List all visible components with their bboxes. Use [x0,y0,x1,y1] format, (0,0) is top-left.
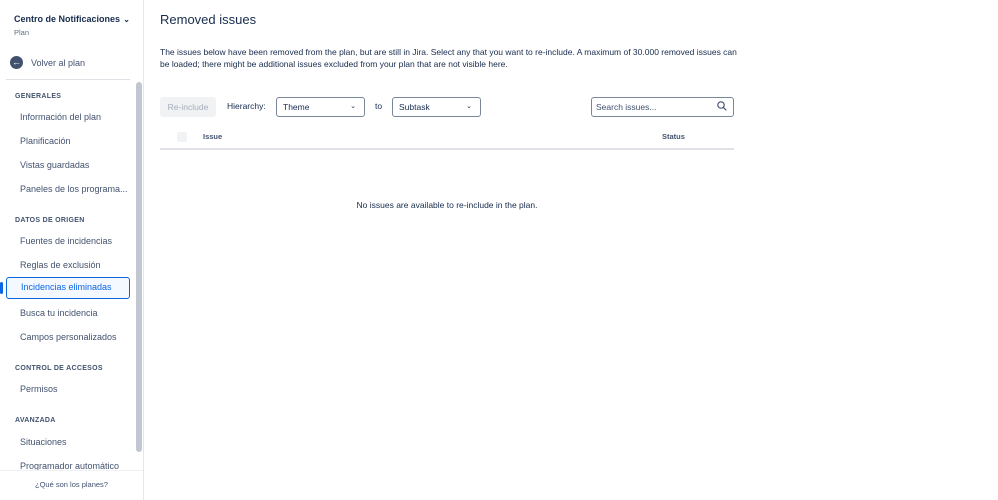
page-description: The issues below have been removed from … [160,47,737,69]
chevron-down-icon: ⌄ [466,103,472,110]
re-include-button[interactable]: Re-include [160,97,216,117]
plan-header[interactable]: Centro de Notificaciones ⌄ Plan [14,14,134,37]
page-title: Removed issues [160,12,257,27]
sidebar-scrollbar[interactable] [136,82,142,452]
back-to-plan-link[interactable]: ← Volver al plan [10,56,85,69]
back-to-plan-label: Volver al plan [31,57,86,68]
section-title-datos-de-origen: DATOS DE ORIGEN [15,217,85,224]
sidebar-item-vistas-guardadas[interactable]: Vistas guardadas [6,154,130,176]
sidebar-item-permisos[interactable]: Permisos [6,378,130,400]
sidebar-item-paneles-programa[interactable]: Paneles de los programa... [6,178,130,200]
empty-state-message: No issues are available to re-include in… [356,200,538,210]
sidebar-item-campos-personalizados[interactable]: Campos personalizados [6,326,130,348]
hierarchy-from-value: Theme [283,102,310,112]
sidebar-item-situaciones[interactable]: Situaciones [6,431,130,453]
sidebar-item-incidencias-eliminadas[interactable]: Incidencias eliminadas [0,277,130,299]
sidebar-item-reglas-de-exclusion[interactable]: Reglas de exclusión [6,254,130,276]
hierarchy-to-value: Subtask [399,102,430,112]
select-all-checkbox[interactable] [177,132,187,142]
sidebar-item-informacion-del-plan[interactable]: Información del plan [6,106,130,128]
sidebar-item-planificacion[interactable]: Planificación [6,130,130,152]
sidebar-item-programador-automatico[interactable]: Programador automático [6,455,130,470]
plan-title: Centro de Notificaciones [14,14,121,24]
sidebar-item-busca-tu-incidencia[interactable]: Busca tu incidencia [6,302,130,324]
search-input[interactable] [591,97,734,117]
chevron-down-icon[interactable]: ⌄ [123,15,130,24]
hierarchy-to-select[interactable]: Subtask ⌄ [392,97,481,117]
column-header-issue[interactable]: Issue [203,132,222,141]
section-title-control-de-accesos: CONTROL DE ACCESOS [15,365,103,372]
hierarchy-label: Hierarchy: [227,101,266,111]
toolbar: Re-include Hierarchy: Theme ⌄ to Subtask… [160,96,734,118]
search-icon [717,101,727,111]
hierarchy-from-select[interactable]: Theme ⌄ [276,97,365,117]
section-title-generales: GENERALES [15,93,62,100]
chevron-down-icon: ⌄ [350,103,356,110]
column-header-status[interactable]: Status [662,132,685,141]
what-are-plans-link[interactable]: ¿Qué son los planes? [0,470,143,500]
section-title-avanzada: AVANZADA [15,417,56,424]
plan-subtitle: Plan [14,28,30,37]
sidebar-nav: GENERALES Información del plan Planifica… [0,80,134,470]
table-header: Issue Status [160,128,734,150]
sidebar-item-fuentes-de-incidencias[interactable]: Fuentes de incidencias [6,230,130,252]
arrow-left-icon: ← [10,56,23,69]
sidebar: Centro de Notificaciones ⌄ Plan ← Volver… [0,0,144,500]
to-label: to [375,101,383,111]
